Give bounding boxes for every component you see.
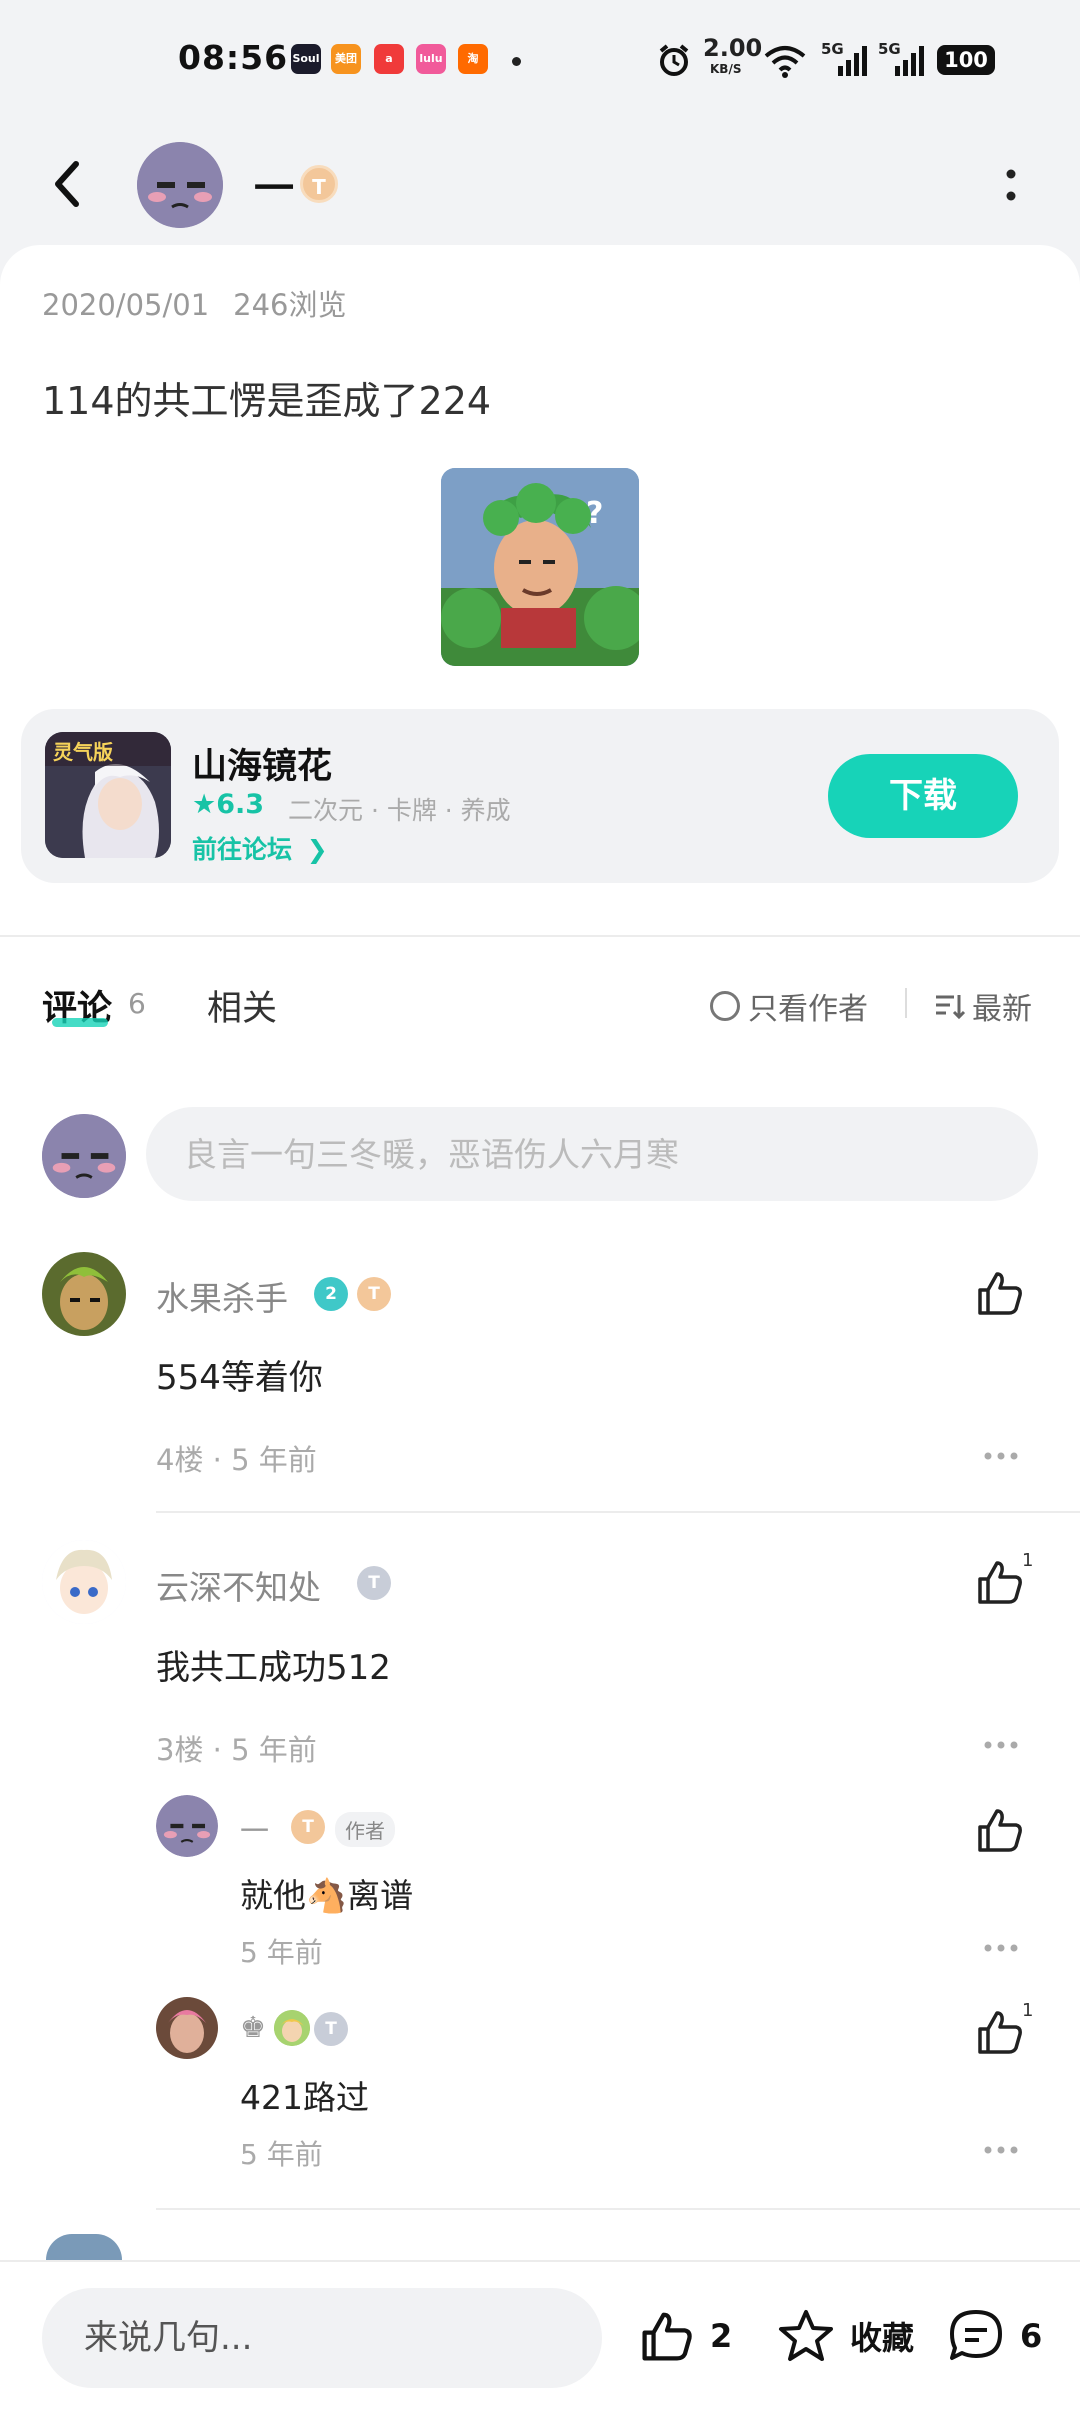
meituan-app-icon: 美团 <box>331 44 361 74</box>
like-button[interactable] <box>975 2007 1025 2057</box>
author-tag: 作者 <box>335 1812 395 1847</box>
like-post-button[interactable]: 2 <box>638 2308 732 2364</box>
like-count: 1 <box>1022 2000 1034 2021</box>
commenter-name[interactable]: 云深不知处 <box>156 1561 321 1609</box>
svg-text:?: ? <box>586 496 603 531</box>
comment-divider <box>156 1511 1080 1513</box>
forum-link[interactable]: 前往论坛 ❯ <box>192 830 328 866</box>
comment-text: 我共工成功512 <box>156 1648 391 1688</box>
character-badge-icon <box>274 2010 310 2046</box>
sort-label: 最新 <box>972 992 1032 1027</box>
only-author-toggle[interactable]: 只看作者 <box>710 984 868 1028</box>
comments-count: 6 <box>1020 2317 1043 2355</box>
wifi-icon <box>764 46 806 78</box>
game-rating: ★6.3 <box>192 789 264 820</box>
thumbs-up-icon <box>642 2312 692 2361</box>
commenter-avatar[interactable] <box>42 1540 126 1624</box>
horse-emoji-icon: 🐴 <box>306 1876 348 1915</box>
more-options-button[interactable] <box>996 160 1026 210</box>
reply-name[interactable]: ♚ <box>240 2010 266 2044</box>
comment-meta: 4楼 · 5 年前 <box>156 1443 317 1477</box>
medal-icon: T <box>314 2012 348 2046</box>
tab-comment-count: 6 <box>128 987 146 1020</box>
comment-input[interactable] <box>146 1107 1038 1201</box>
author-avatar[interactable] <box>137 142 223 228</box>
medal-icon: T <box>357 1277 391 1311</box>
my-avatar <box>42 1114 126 1198</box>
comment-more-icon[interactable] <box>983 1451 1019 1461</box>
reply-meta: 5 年前 <box>240 1936 323 1969</box>
signal-bars-icon <box>838 46 867 76</box>
like-button[interactable] <box>975 1268 1025 1318</box>
commenter-name[interactable]: 水果杀手 <box>156 1272 288 1320</box>
level-badge-icon: 2 <box>314 1277 348 1311</box>
a-app-icon: a <box>374 44 404 74</box>
sort-button[interactable]: 最新 <box>934 984 1032 1028</box>
game-title[interactable]: 山海镜花 <box>192 738 332 789</box>
alarm-icon <box>659 44 689 76</box>
author-medal-icon: T <box>300 165 338 203</box>
post-content: 114的共工愣是歪成了224 <box>42 379 492 423</box>
comments-button[interactable]: 6 <box>946 2308 1042 2364</box>
forum-link-label[interactable]: 前往论坛 <box>192 835 292 864</box>
like-button[interactable] <box>975 1805 1025 1855</box>
favorite-button[interactable]: 收藏 <box>776 2308 914 2364</box>
taobao-app-icon: 淘 <box>458 44 488 74</box>
reply-avatar[interactable] <box>156 1795 218 1857</box>
tab-active-indicator <box>52 1018 108 1027</box>
author-name[interactable]: 一 <box>254 156 294 214</box>
reply-text: 421路过 <box>240 2078 369 2117</box>
reply-text-a: 就他 <box>240 1876 306 1915</box>
commenter-avatar[interactable] <box>42 1252 126 1336</box>
only-author-label: 只看作者 <box>748 992 868 1027</box>
game-icon[interactable]: 灵气版 <box>45 732 171 858</box>
radio-circle-icon <box>710 991 740 1021</box>
game-rating-value: 6.3 <box>216 789 265 820</box>
favorite-label: 收藏 <box>850 2319 915 2357</box>
net-speed-unit: KB/S <box>710 62 742 76</box>
post-image[interactable]: ? <box>441 468 639 666</box>
tab-related[interactable]: 相关 <box>207 980 277 1031</box>
sort-icon <box>936 995 966 1020</box>
lulu-app-icon: lulu <box>416 44 446 74</box>
like-count: 1 <box>1022 1550 1034 1571</box>
battery-indicator: 100 <box>937 45 995 75</box>
back-button[interactable] <box>44 154 94 214</box>
reply-meta: 5 年前 <box>240 2138 323 2171</box>
comment-divider <box>156 2208 1080 2210</box>
post-views: 246浏览 <box>233 288 347 322</box>
comment-text: 554等着你 <box>156 1358 323 1398</box>
soul-app-icon: Soul <box>291 44 321 74</box>
notification-dot-icon <box>512 57 521 66</box>
comment-meta: 3楼 · 5 年前 <box>156 1733 317 1767</box>
commenter-avatar[interactable] <box>46 2234 122 2260</box>
comment-more-icon[interactable] <box>983 1740 1019 1750</box>
comment-bubble-icon <box>950 2310 1002 2360</box>
post-meta: 2020/05/01 246浏览 <box>42 282 371 324</box>
reply-more-icon[interactable] <box>983 1943 1019 1953</box>
reply-name[interactable]: 一 <box>240 1808 269 1850</box>
post-like-count: 2 <box>710 2317 733 2355</box>
download-button[interactable]: 下载 <box>828 754 1018 838</box>
sort-divider <box>905 988 907 1018</box>
reply-text-b: 离谱 <box>347 1876 414 1915</box>
like-button[interactable] <box>975 1557 1025 1607</box>
star-icon: ★ <box>192 789 217 820</box>
net-speed-value: 2.00 <box>703 34 763 62</box>
chevron-right-icon: ❯ <box>306 835 328 864</box>
signal-bars-icon-2 <box>895 46 924 76</box>
medal-icon: T <box>357 1566 391 1600</box>
bottom-comment-input[interactable] <box>42 2288 602 2388</box>
reply-avatar[interactable] <box>156 1997 218 2059</box>
reply-text: 就他🐴离谱 <box>240 1869 413 1917</box>
post-date: 2020/05/01 <box>42 288 210 322</box>
status-time: 08:56 <box>178 38 289 77</box>
game-tags: 二次元 · 卡牌 · 养成 <box>288 796 511 825</box>
medal-icon: T <box>291 1810 325 1844</box>
star-outline-icon <box>779 2310 833 2361</box>
game-icon-label: 灵气版 <box>53 740 113 764</box>
status-bar: 08:56 Soul 美团 a lulu 淘 2.00 KB/S 5G 5G 1… <box>0 0 1080 120</box>
reply-more-icon[interactable] <box>983 2145 1019 2155</box>
